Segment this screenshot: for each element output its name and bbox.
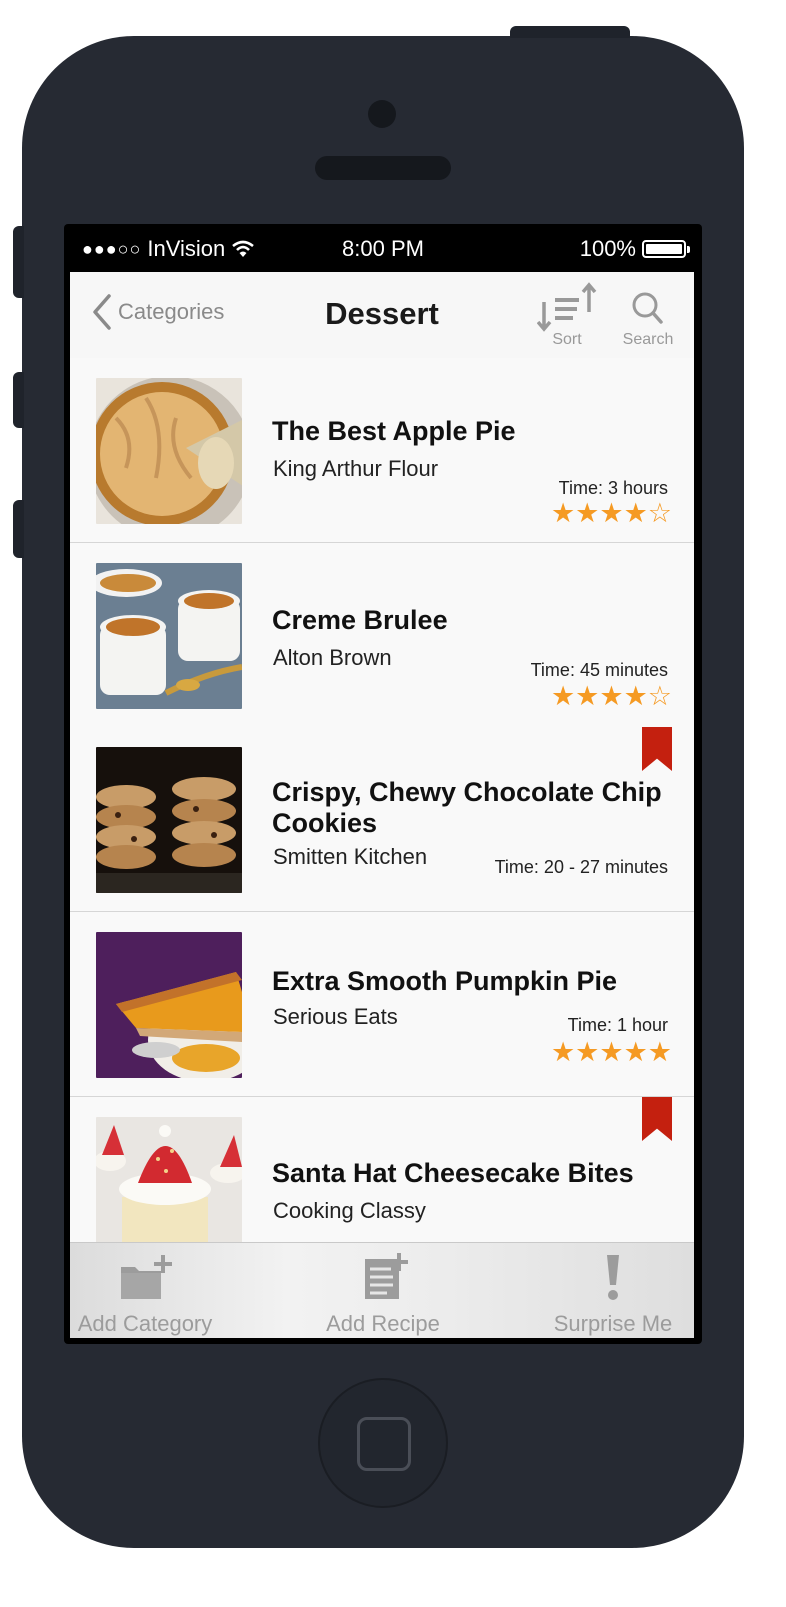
exclamation-icon [607,1255,619,1300]
recipe-row-creme-brulee[interactable]: Creme Brulee Alton Brown Time: 45 minute… [70,543,694,728]
sort-button[interactable]: Sort [532,282,602,349]
home-square-icon [357,1417,411,1471]
sort-icon [536,282,597,332]
app-view: Categories Dessert Sort Search The Best … [70,272,694,1338]
recipe-title: Creme Brulee [272,605,448,635]
star-rating: ★★★★★ [550,1037,672,1067]
search-button[interactable]: Search [613,282,683,349]
front-camera [368,100,396,128]
recipe-time: Time: 1 hour [567,1015,668,1035]
recipe-time: Time: 20 - 27 minutes [494,857,668,877]
recipe-row-pumpkin-pie[interactable]: Extra Smooth Pumpkin Pie Serious Eats Ti… [70,912,694,1097]
tab-bar: Add Category Add Recipe Surprise Me [70,1242,694,1338]
recipe-author: Serious Eats [273,1004,398,1029]
recipe-title-line1: Crispy, Chewy Chocolate Chip [272,777,662,807]
bookmark-ribbon-icon[interactable] [642,727,672,771]
recipe-author: Smitten Kitchen [273,844,428,869]
pumpkin-pie-photo [96,932,242,1078]
bookmark-ribbon-icon[interactable] [642,1097,672,1141]
screen: ●●●○○ InVision 8:00 PM 100% Categories D… [64,224,702,1344]
search-icon [632,292,663,324]
recipe-row-apple-pie[interactable]: The Best Apple Pie King Arthur Flour Tim… [70,358,694,543]
recipe-time: Time: 45 minutes [530,660,668,680]
tab-surprise-me[interactable]: Surprise Me [548,1253,678,1337]
recipe-author: Cooking Classy [273,1198,426,1223]
nav-bar: Categories Dessert Sort Search [70,272,694,359]
sort-label: Sort [552,331,582,348]
recipe-title: Extra Smooth Pumpkin Pie [272,966,618,996]
search-label: Search [622,331,674,348]
recipe-title: Santa Hat Cheesecake Bites [272,1158,634,1188]
tab-add-recipe[interactable]: Add Recipe [318,1253,448,1337]
tab-add-recipe-label: Add Recipe [326,1311,440,1336]
status-bar: ●●●○○ InVision 8:00 PM 100% [64,224,702,272]
star-rating: ★★★★☆ [550,498,672,528]
volume-up-button [13,372,24,428]
tab-add-category[interactable]: Add Category [76,1253,214,1337]
home-button[interactable] [318,1378,448,1508]
tab-surprise-me-label: Surprise Me [553,1311,673,1336]
cookies-photo [96,747,242,893]
battery-percent: 100% [579,236,636,261]
volume-down-button [13,500,24,558]
add-folder-icon [121,1255,172,1299]
recipe-author: King Arthur Flour [273,456,439,481]
apple-pie-photo [96,378,242,524]
tab-add-category-label: Add Category [77,1311,213,1336]
creme-brulee-photo [96,563,242,709]
mute-switch [13,226,24,298]
recipe-row-cookies[interactable]: Crispy, Chewy Chocolate Chip Cookies Smi… [70,727,694,912]
recipe-title: The Best Apple Pie [272,416,516,446]
recipe-author: Alton Brown [273,645,392,670]
star-rating: ★★★★☆ [550,681,672,711]
recipe-title-line2: Cookies [272,808,378,838]
recipe-time: Time: 3 hours [558,478,668,498]
battery-icon [642,240,690,258]
earpiece-speaker [315,156,451,180]
power-button [510,26,630,38]
add-recipe-icon [365,1253,408,1299]
